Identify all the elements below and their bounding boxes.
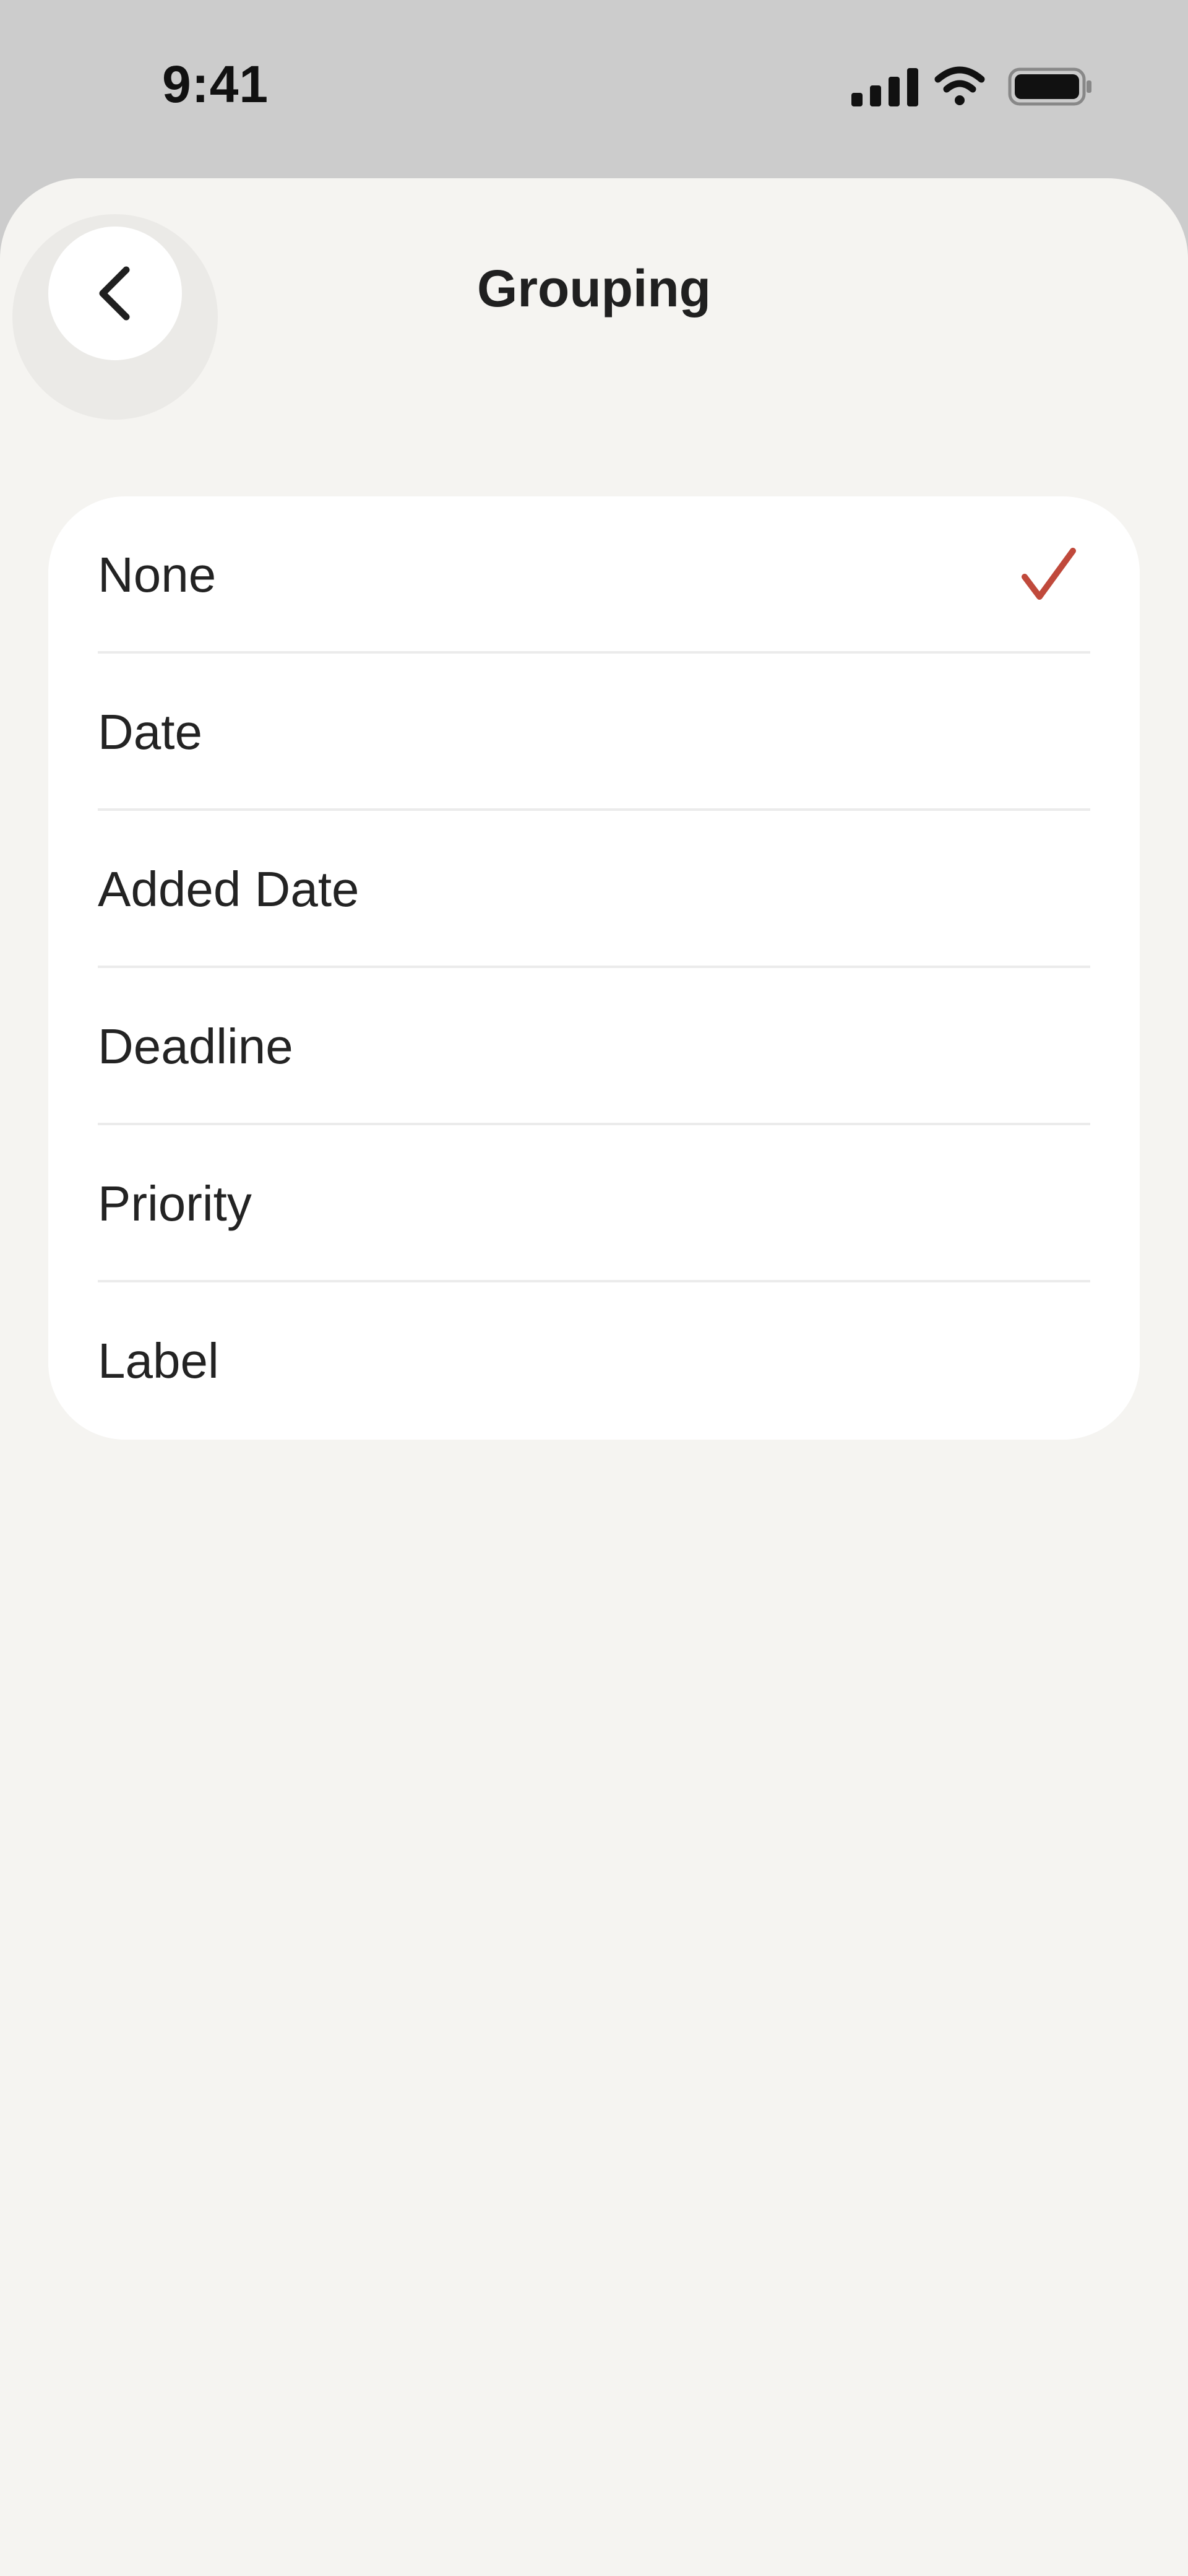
- option-label: Added Date: [98, 862, 359, 917]
- option-added-date[interactable]: Added Date: [48, 811, 1140, 968]
- grouping-sheet: Grouping None Date Added Date Deadline P…: [0, 178, 1188, 2576]
- option-date[interactable]: Date: [48, 654, 1140, 811]
- checkmark-icon: [1022, 548, 1076, 600]
- option-label: Priority: [98, 1176, 252, 1231]
- status-bar: 9:41: [0, 0, 1188, 178]
- option-label: None: [98, 547, 217, 602]
- cellular-signal-icon: [851, 68, 918, 106]
- option-none[interactable]: None: [48, 496, 1140, 654]
- option-deadline[interactable]: Deadline: [48, 968, 1140, 1125]
- page-title: Grouping: [477, 259, 711, 318]
- status-icons: [848, 62, 1095, 111]
- option-priority[interactable]: Priority: [48, 1125, 1140, 1282]
- grouping-options-list: None Date Added Date Deadline Priority L…: [48, 496, 1140, 1440]
- option-label: Date: [98, 704, 202, 759]
- battery-icon: [1008, 67, 1091, 106]
- option-label-grouping[interactable]: Label: [48, 1282, 1140, 1440]
- option-label: Label: [98, 1333, 219, 1388]
- status-time: 9:41: [162, 55, 269, 113]
- wifi-icon: [934, 66, 985, 105]
- status-icons-svg: [851, 66, 1091, 106]
- option-label: Deadline: [98, 1019, 293, 1074]
